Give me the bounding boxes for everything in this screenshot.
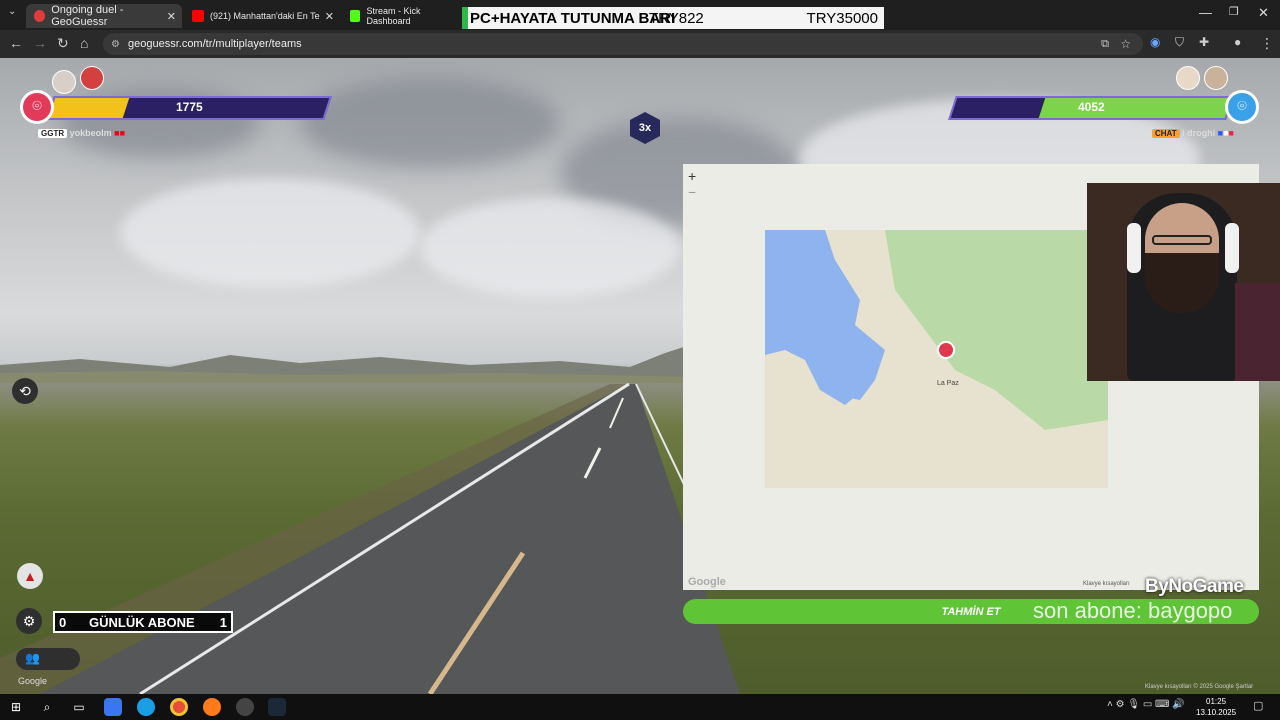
site-info-icon[interactable]: ⚙ <box>111 39 120 50</box>
tab-kick[interactable]: Stream - Kick Dashboard <box>342 4 462 28</box>
city-label: La Paz <box>937 380 959 387</box>
daily-sub-label: GÜNLÜK ABONE <box>89 614 195 630</box>
right-team-tag: CHAT <box>1152 129 1180 138</box>
windows-start-icon[interactable]: ⊞ <box>7 698 25 716</box>
right-team-health-bar: 4052 <box>948 96 1234 120</box>
last-subscriber: son abone: baygopo <box>1033 598 1233 623</box>
tab-label: (921) Manhattan'daki En Tehlik <box>210 11 320 21</box>
left-player-avatar <box>80 66 104 90</box>
goal-target: TRY35000 <box>806 9 878 27</box>
daily-sub-left-count: 0 <box>59 614 67 630</box>
chrome-icon[interactable] <box>170 698 188 716</box>
left-health-value: 1775 <box>175 100 203 114</box>
close-icon[interactable]: ✕ <box>167 10 176 23</box>
compass-icon[interactable]: ▲ <box>17 563 43 589</box>
left-player-name: yokbeolm <box>69 128 112 138</box>
map-shortcuts-link[interactable]: Klavye kısayolları <box>1083 581 1130 587</box>
map-tiles[interactable]: La Paz <box>765 230 1108 488</box>
extension-audio-icon[interactable]: ◉ <box>1150 35 1160 49</box>
system-tray-icons[interactable]: ˄ ⚙ 🎙 ▭ ⌨ 🔊 <box>1107 699 1185 710</box>
streamer-webcam <box>1087 183 1280 381</box>
settings-gear-icon[interactable]: ⚙ <box>16 608 42 634</box>
close-window-icon[interactable]: ✕ <box>1258 5 1269 21</box>
url-text: geoguessr.com/tr/multiplayer/teams <box>128 38 302 50</box>
windows-taskbar: ⊞ ⌕ ▭ ˄ ⚙ 🎙 ▭ ⌨ 🔊 ▢ <box>0 694 1280 720</box>
minimize-icon[interactable]: — <box>1199 5 1212 20</box>
right-player-name: i droghi <box>1182 128 1216 138</box>
tab-geoguessr[interactable]: Ongoing duel - GeoGuessr ✕ <box>26 4 182 28</box>
browser-toolbar: ← → ↻ ⌂ ⚙ geoguessr.com/tr/multiplayer/t… <box>0 30 1280 58</box>
left-team-label: GGTR yokbeolm ■■ <box>38 128 125 138</box>
menu-icon[interactable]: ⋮ <box>1260 35 1274 52</box>
left-team-health-bar: 1775 <box>46 96 332 120</box>
goal-current: TRY822 <box>649 9 704 27</box>
clock-time: 01:25 <box>1206 697 1227 706</box>
turkey-flag-icon: ■■ <box>114 128 126 138</box>
zoom-in-button[interactable]: + <box>688 168 696 184</box>
obs-icon[interactable] <box>236 698 254 716</box>
back-icon[interactable]: ← <box>9 35 23 51</box>
team-chat-button[interactable]: 👥 <box>16 648 80 670</box>
map-footer-terms[interactable]: Şartlar <box>1235 684 1253 690</box>
left-player-avatar <box>52 70 76 94</box>
browser-tab-strip: ⌄ Ongoing duel - GeoGuessr ✕ (921) Manha… <box>0 0 1280 30</box>
tab-label: Ongoing duel - GeoGuessr <box>51 4 124 28</box>
clock-date: 13.10.2025 <box>1196 708 1237 717</box>
kick-favicon-icon <box>350 10 361 22</box>
install-icon[interactable]: ⧉ <box>1101 38 1109 51</box>
google-logo: Google <box>688 576 726 588</box>
daily-sub-right-count: 1 <box>219 614 227 630</box>
right-health-value: 4052 <box>1077 100 1105 114</box>
right-player-avatar <box>1176 66 1200 90</box>
geoguessr-favicon-icon <box>34 10 46 22</box>
forward-icon[interactable]: → <box>33 35 47 51</box>
tab-youtube[interactable]: (921) Manhattan'daki En Tehlik ✕ <box>184 4 340 28</box>
restore-icon[interactable]: ❐ <box>1229 5 1239 18</box>
reload-icon[interactable]: ↻ <box>57 35 69 52</box>
stream-brand-logo: ByNoGame <box>1145 576 1244 597</box>
copilot-icon[interactable] <box>104 698 122 716</box>
edge-icon[interactable] <box>137 698 155 716</box>
right-team-label: CHAT i droghi ■■■ <box>1152 128 1234 138</box>
daily-sub-counter: 0 GÜNLÜK ABONE 1 <box>53 611 233 633</box>
map-footer-copyright: © 2025 Google <box>1193 684 1234 690</box>
right-player-avatar <box>1204 66 1228 90</box>
team-icon: 👥 <box>25 651 40 665</box>
address-bar[interactable]: ⚙ geoguessr.com/tr/multiplayer/teams ⧉ ☆ <box>103 33 1143 55</box>
right-team-pin-icon: ⌾ <box>1225 90 1259 124</box>
return-to-start-icon[interactable]: ⟲ <box>12 378 38 404</box>
youtube-favicon-icon <box>192 10 204 22</box>
steam-icon[interactable] <box>268 698 286 716</box>
left-team-tag: GGTR <box>38 129 68 138</box>
taskbar-clock[interactable]: 01:25 13.10.2025 <box>1196 696 1236 718</box>
shield-icon[interactable]: ⛉ <box>1175 35 1184 50</box>
tab-label: Stream - Kick Dashboard <box>366 6 421 26</box>
map-footer: Klavye kısayolları © 2025 Google Şartlar <box>1145 684 1253 690</box>
task-view-icon[interactable]: ▭ <box>70 698 88 716</box>
google-logo: Google <box>18 676 48 686</box>
guess-marker-icon <box>937 341 955 359</box>
home-icon[interactable]: ⌂ <box>80 35 88 51</box>
tab-search-icon[interactable]: ⌄ <box>8 6 16 17</box>
extensions-icon[interactable]: ✚ <box>1199 35 1209 49</box>
left-team-pin-icon: ⌾ <box>20 90 54 124</box>
bookmark-star-icon[interactable]: ☆ <box>1120 37 1131 51</box>
zoom-out-button[interactable]: − <box>688 184 696 200</box>
notifications-icon[interactable]: ▢ <box>1253 699 1263 712</box>
close-icon[interactable]: ✕ <box>325 10 334 23</box>
search-icon[interactable]: ⌕ <box>38 698 56 716</box>
firefox-icon[interactable] <box>203 698 221 716</box>
map-terrain: La Paz <box>765 230 1108 488</box>
map-footer-shortcuts[interactable]: Klavye kısayolları <box>1145 684 1192 690</box>
profile-icon[interactable]: ● <box>1234 35 1241 49</box>
goal-text: PC+HAYATA TUTUNMA BARI <box>470 9 676 27</box>
donation-goal-bar: PC+HAYATA TUTUNMA BARI TRY822 TRY35000 <box>462 7 884 29</box>
